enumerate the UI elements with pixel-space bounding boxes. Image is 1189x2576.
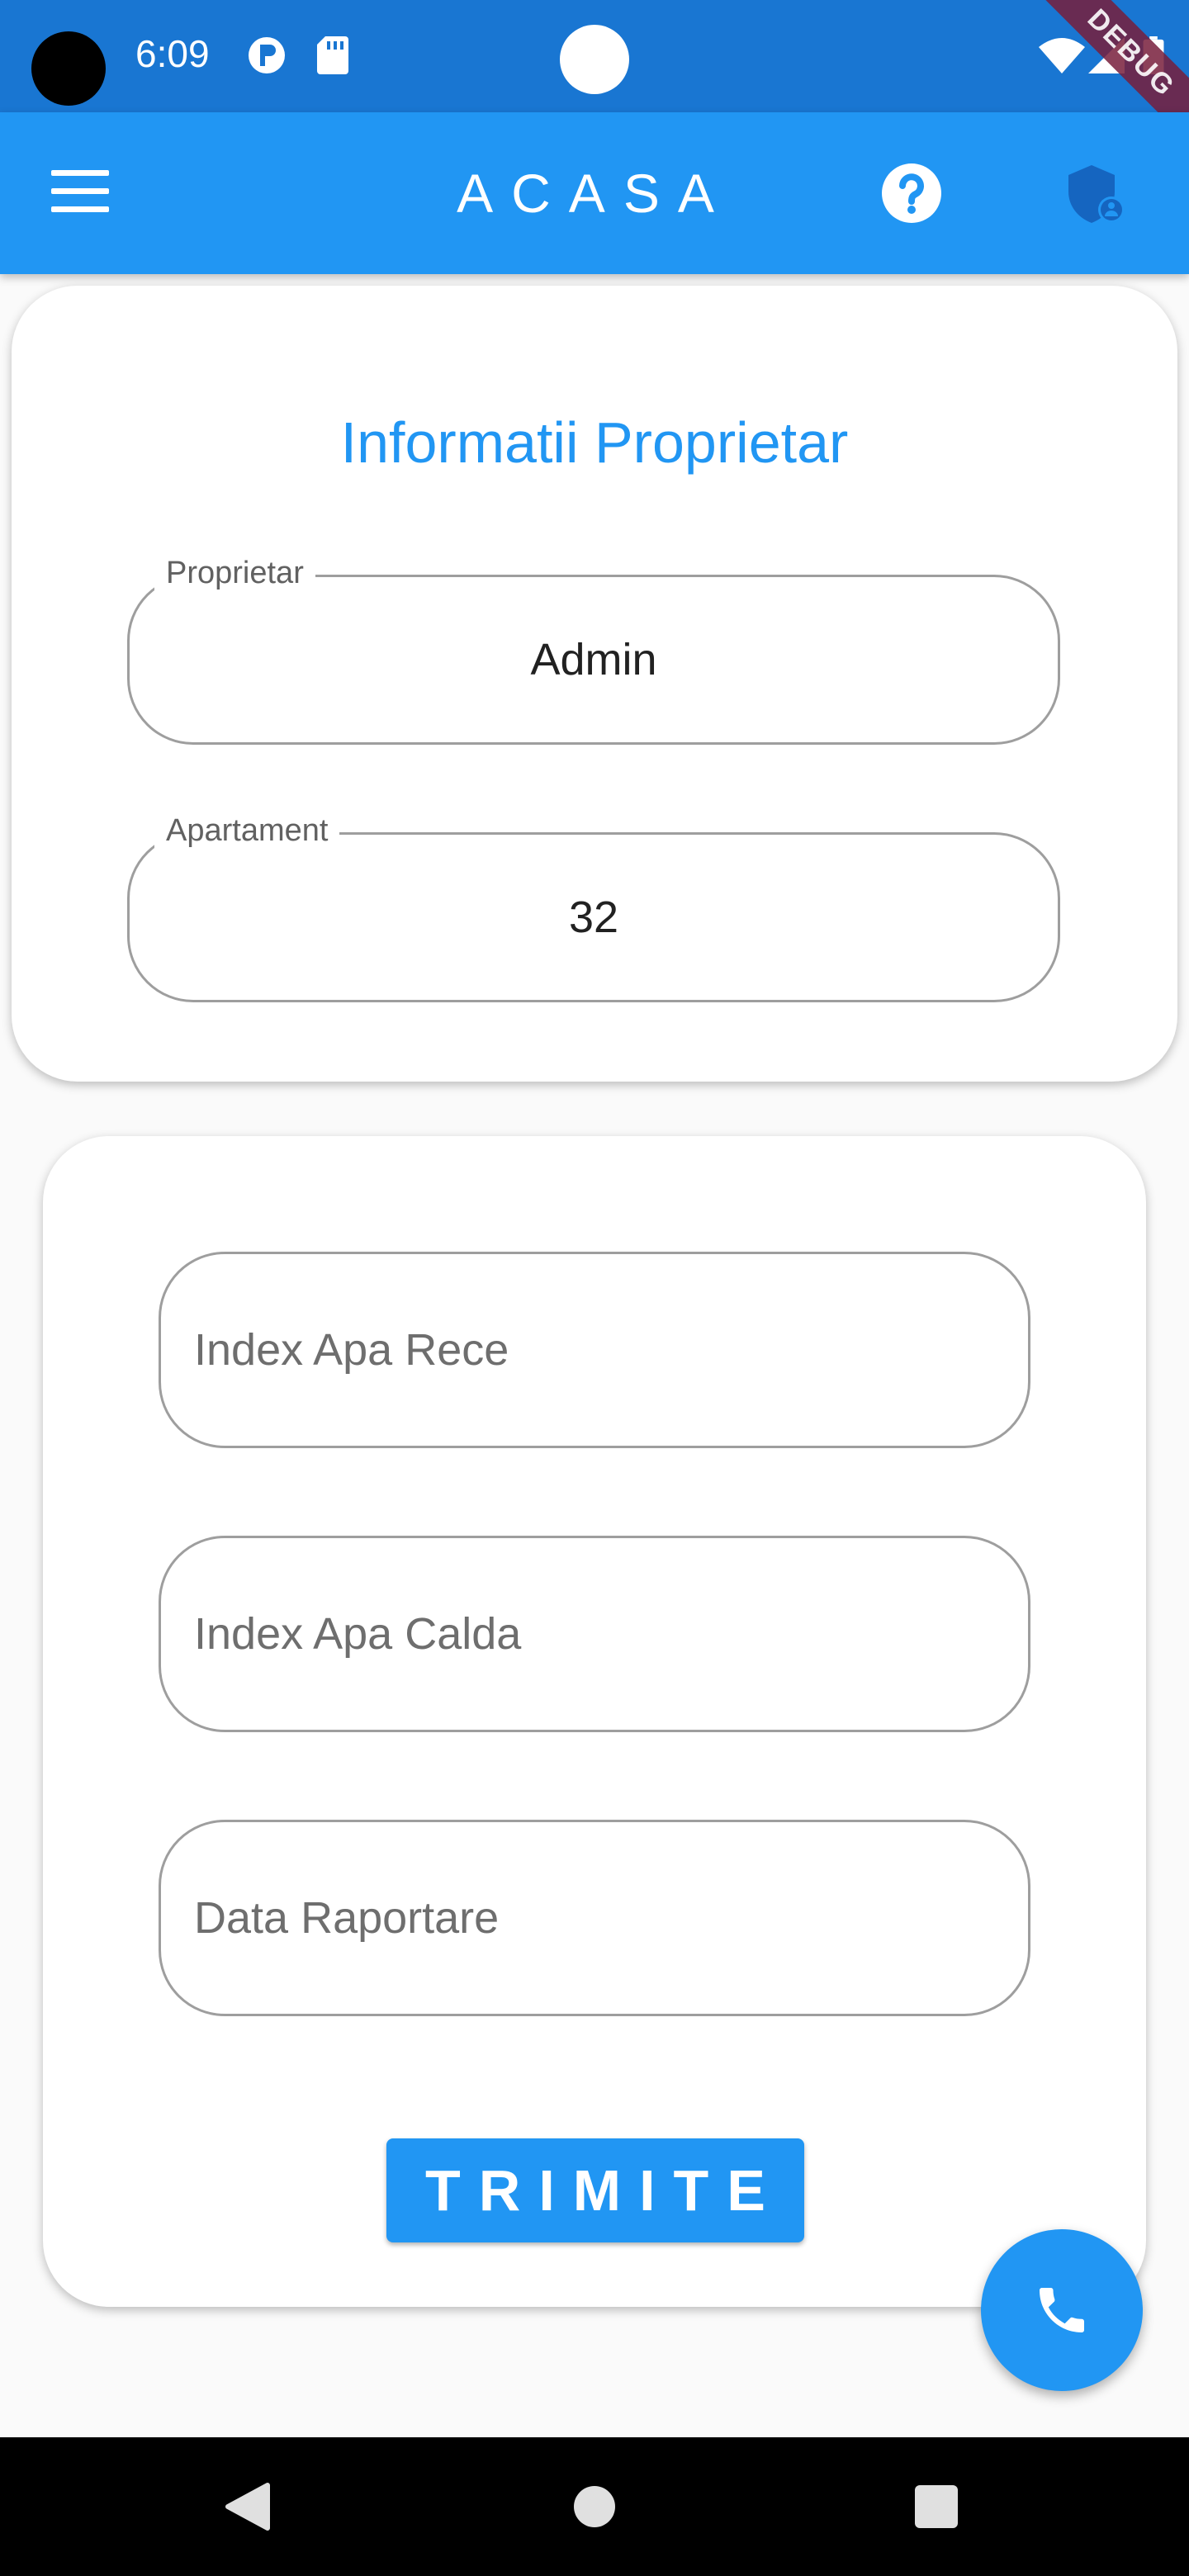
home-icon[interactable] bbox=[573, 2485, 616, 2528]
report-form-card: TRIMITE bbox=[43, 1136, 1146, 2307]
report-date-input[interactable] bbox=[161, 1822, 1028, 2014]
cold-water-index-field bbox=[159, 1252, 1030, 1448]
sd-card-icon bbox=[317, 36, 348, 74]
back-icon[interactable] bbox=[225, 2482, 271, 2531]
system-nav-bar bbox=[0, 2437, 1189, 2576]
notification-p-icon bbox=[249, 37, 285, 73]
owner-info-card: Informatii Proprietar Proprietar Admin A… bbox=[12, 286, 1177, 1082]
status-indicator-dot bbox=[560, 25, 629, 94]
help-icon[interactable] bbox=[880, 162, 943, 225]
call-fab-button[interactable] bbox=[981, 2229, 1143, 2391]
menu-icon[interactable] bbox=[51, 170, 109, 213]
hot-water-index-input[interactable] bbox=[161, 1538, 1028, 1730]
hot-water-index-field bbox=[159, 1536, 1030, 1732]
owner-field: Proprietar Admin bbox=[127, 556, 1060, 745]
report-date-field bbox=[159, 1820, 1030, 2016]
camera-cutout bbox=[31, 31, 106, 106]
app-bar-title: ACASA bbox=[457, 163, 732, 224]
owner-info-title: Informatii Proprietar bbox=[340, 410, 849, 475]
admin-shield-icon[interactable] bbox=[1065, 163, 1126, 225]
phone-icon bbox=[1040, 2288, 1084, 2332]
submit-button[interactable]: TRIMITE bbox=[386, 2138, 804, 2242]
apartment-field-value: 32 bbox=[568, 893, 619, 942]
apartment-field: Apartament 32 bbox=[127, 813, 1060, 1002]
wifi-icon bbox=[1039, 38, 1085, 73]
status-time: 6:09 bbox=[135, 32, 210, 75]
status-bar: 6:09 DEBUG bbox=[0, 0, 1189, 157]
cold-water-index-input[interactable] bbox=[161, 1254, 1028, 1446]
owner-field-value: Admin bbox=[530, 635, 657, 684]
app-bar: ACASA bbox=[0, 112, 1189, 274]
recents-icon[interactable] bbox=[915, 2485, 958, 2528]
